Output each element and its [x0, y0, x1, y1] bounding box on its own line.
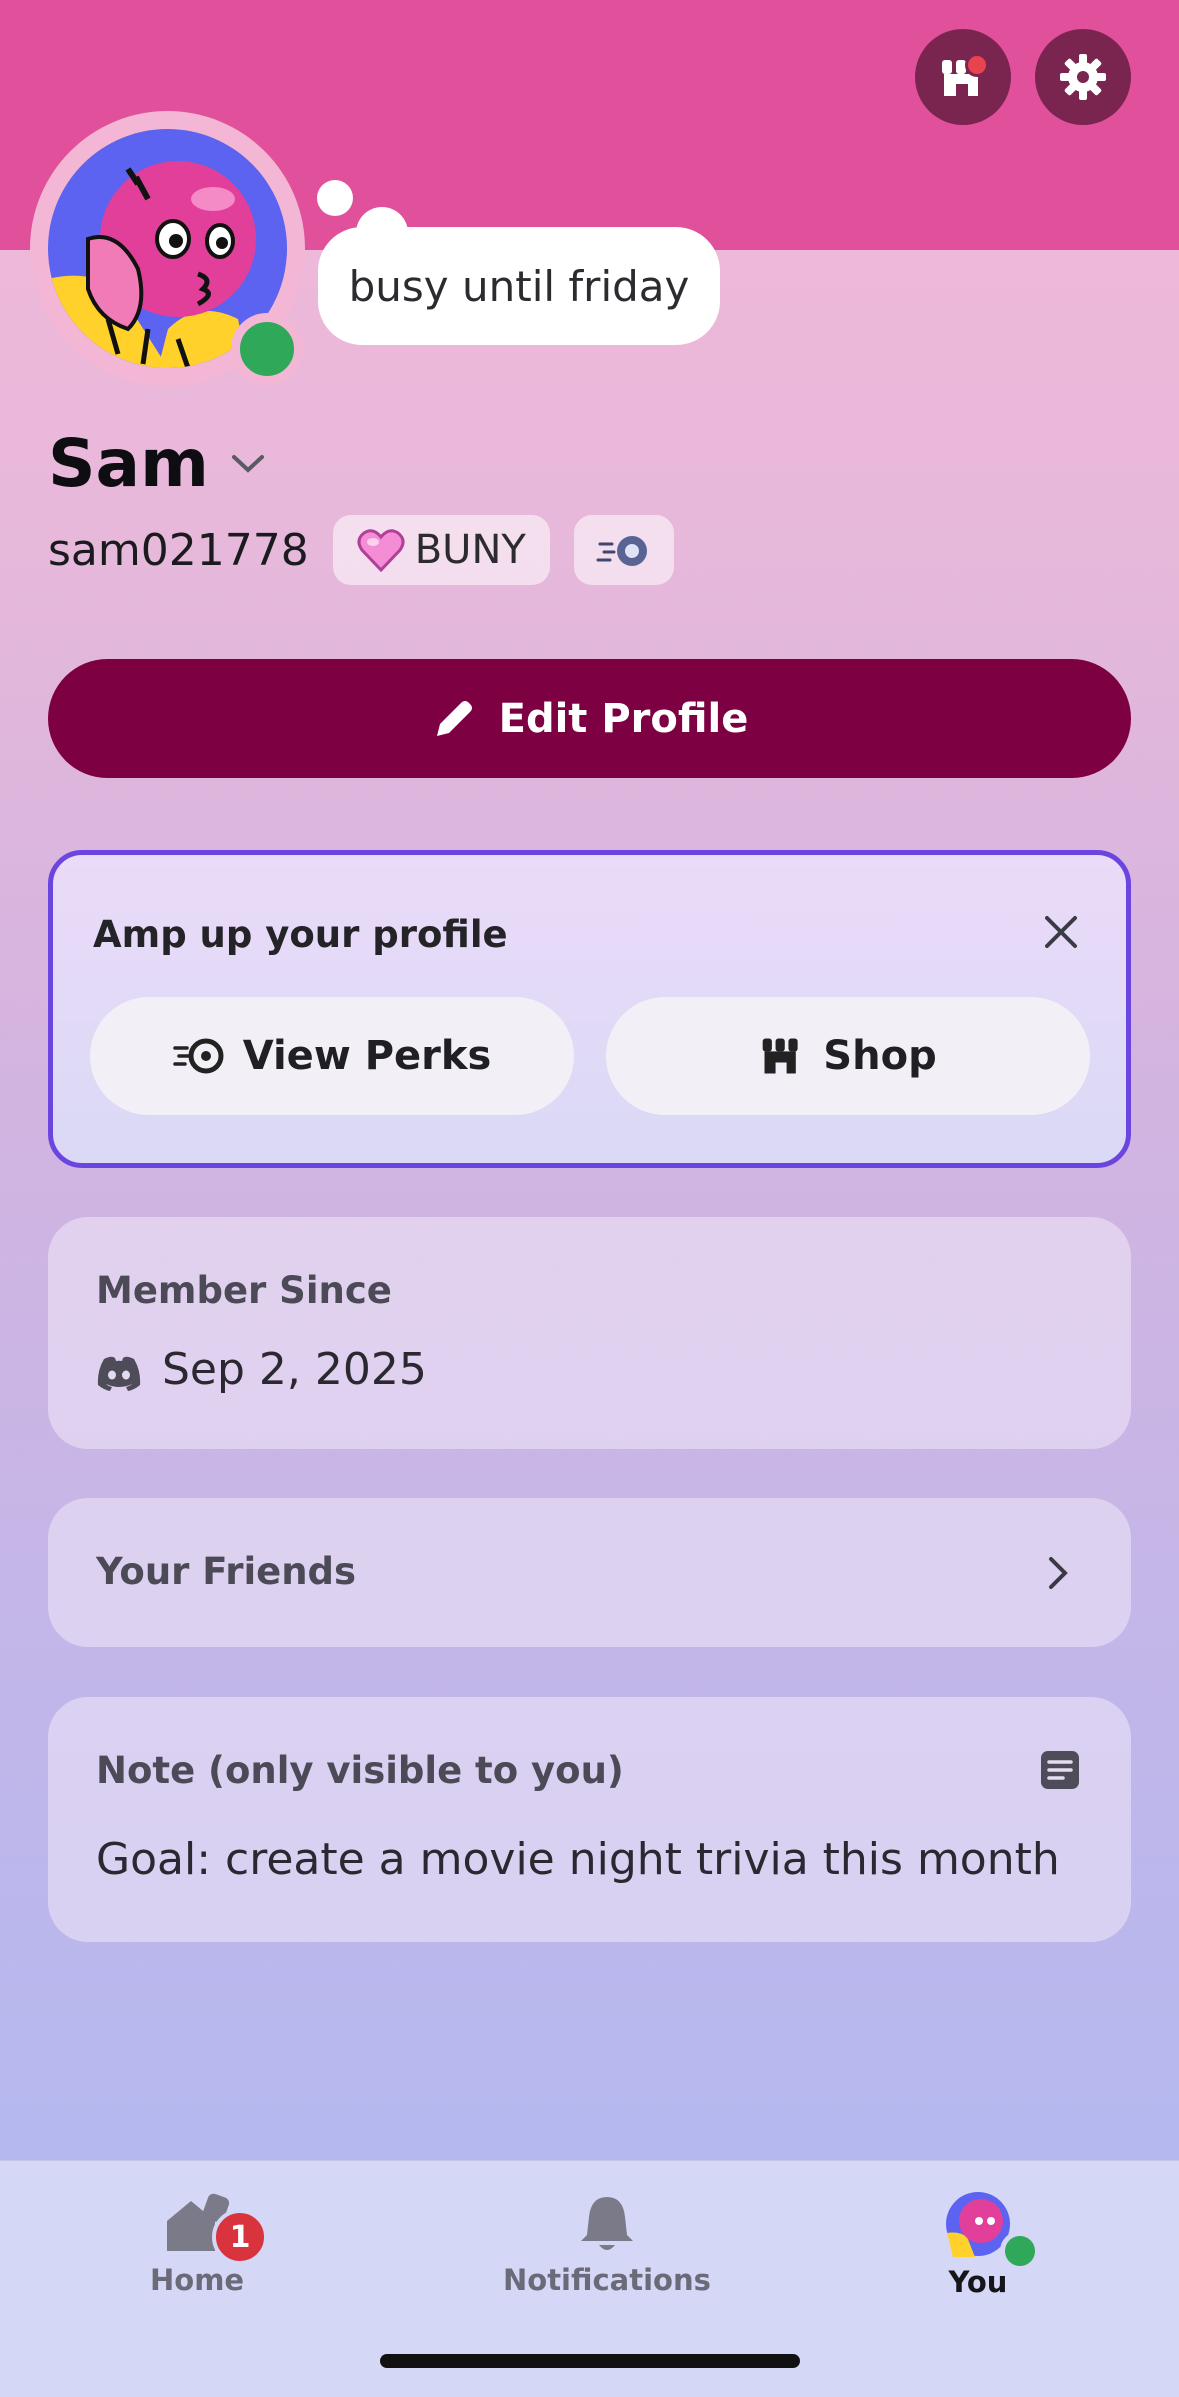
- view-perks-button[interactable]: View Perks: [90, 997, 574, 1115]
- display-name-row[interactable]: Sam: [48, 425, 265, 502]
- settings-button[interactable]: [1035, 29, 1131, 125]
- promo-title: Amp up your profile: [93, 913, 508, 956]
- display-name: Sam: [48, 425, 209, 502]
- online-status-indicator: [1000, 2231, 1040, 2271]
- nitro-icon: [596, 536, 647, 566]
- nav-you[interactable]: You: [945, 2191, 1040, 2299]
- custom-status-text: busy until friday: [348, 261, 690, 311]
- pencil-icon: [436, 700, 472, 736]
- bell-icon: [580, 2197, 633, 2250]
- nav-notifications[interactable]: Notifications: [503, 2191, 711, 2297]
- guild-tag-badge[interactable]: BUNY: [332, 515, 550, 585]
- your-friends-label: Your Friends: [96, 1550, 357, 1593]
- online-status-indicator: [231, 313, 303, 385]
- shop-button[interactable]: [915, 29, 1011, 125]
- note-label: Note (only visible to you): [96, 1749, 624, 1792]
- view-perks-label: View Perks: [242, 1033, 492, 1079]
- chevron-right-icon: [1049, 1557, 1068, 1589]
- note-text: Goal: create a movie night trivia this m…: [96, 1834, 1060, 1885]
- nav-home[interactable]: Home 1: [150, 2191, 268, 2297]
- nav-you-label: You: [948, 2265, 1008, 2299]
- edit-profile-button[interactable]: Edit Profile: [48, 659, 1131, 778]
- amp-up-profile-card: Amp up your profile View Perks Shop: [48, 850, 1131, 1168]
- nitro-icon: [172, 1038, 224, 1074]
- chevron-down-icon: [231, 454, 264, 473]
- shop-icon: [762, 1038, 798, 1074]
- member-since-label: Member Since: [96, 1269, 392, 1312]
- username-row: sam021778 BUNY: [48, 514, 674, 586]
- guild-tag-label: BUNY: [414, 527, 526, 573]
- notification-badge: 1: [212, 2209, 268, 2265]
- nav-home-label: Home: [150, 2263, 245, 2297]
- notification-dot: [965, 53, 989, 77]
- edit-profile-label: Edit Profile: [498, 695, 749, 742]
- home-indicator[interactable]: [380, 2354, 800, 2368]
- thought-bubble-dot: [317, 180, 353, 216]
- custom-status-bubble[interactable]: busy until friday: [318, 227, 720, 345]
- nitro-badge[interactable]: [573, 515, 674, 585]
- gear-icon: [1060, 54, 1106, 100]
- your-friends-row[interactable]: Your Friends: [48, 1498, 1131, 1647]
- close-button[interactable]: [1036, 907, 1086, 957]
- note-icon: [1041, 1751, 1079, 1789]
- close-icon: [1045, 916, 1077, 948]
- username: sam021778: [48, 524, 309, 576]
- member-since-card: Member Since Sep 2, 2025: [48, 1217, 1131, 1449]
- shop-label: Shop: [823, 1033, 937, 1079]
- member-since-date: Sep 2, 2025: [162, 1344, 427, 1395]
- heart-icon: [357, 529, 405, 572]
- discord-icon: [97, 1356, 141, 1391]
- nav-notifications-label: Notifications: [503, 2263, 711, 2297]
- shop-promo-button[interactable]: Shop: [606, 997, 1090, 1115]
- note-card[interactable]: Note (only visible to you) Goal: create …: [48, 1697, 1131, 1942]
